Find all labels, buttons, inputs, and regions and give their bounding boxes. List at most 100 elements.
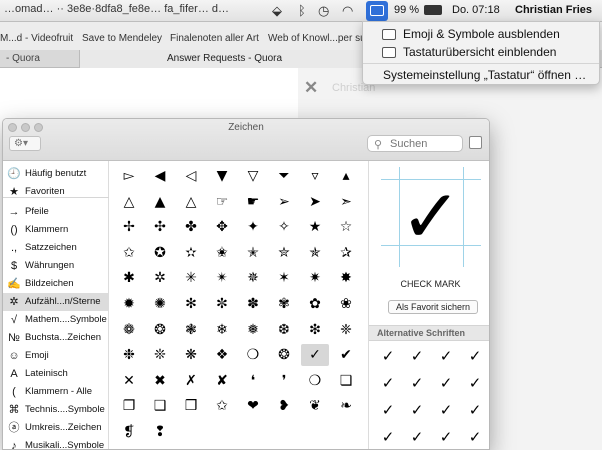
bookmark-item[interactable]: Web of Knowl...per su [268, 33, 362, 44]
character-cell[interactable]: ❆ [270, 319, 298, 341]
character-cell[interactable]: ✣ [146, 216, 174, 238]
character-cell[interactable]: ✾ [270, 293, 298, 315]
character-cell[interactable]: ✔ [332, 344, 360, 366]
keyboard-viewer-icon[interactable] [366, 1, 388, 21]
alternative-glyph[interactable]: ✓ [431, 372, 461, 394]
character-cell[interactable]: ✪ [146, 242, 174, 264]
sidebar-item[interactable]: $ Währungen [3, 257, 109, 275]
search-field[interactable]: ⚲ [367, 135, 463, 152]
character-cell[interactable]: ❍ [239, 344, 267, 366]
sidebar-item[interactable]: ✍ Bildzeichen [3, 275, 109, 293]
character-cell[interactable]: ❈ [332, 319, 360, 341]
bookmark-item[interactable]: Finalenoten aller Art [170, 33, 259, 44]
alternative-glyph[interactable]: ✓ [373, 399, 403, 421]
character-cell[interactable]: ✷ [301, 267, 329, 289]
sidebar-item[interactable]: № Buchsta...Zeichen [3, 329, 109, 347]
character-cell[interactable]: ❛ [239, 370, 267, 392]
character-cell[interactable]: ❁ [115, 319, 143, 341]
toggle-view-icon[interactable] [469, 136, 482, 149]
sidebar-item[interactable]: A Lateinisch [3, 365, 109, 383]
character-cell[interactable]: ❋ [177, 344, 205, 366]
sidebar-item[interactable]: ⌘ Technis....Symbole [3, 401, 109, 419]
character-cell[interactable]: ⏷ [270, 165, 298, 187]
character-cell[interactable]: ✹ [115, 293, 143, 315]
sidebar-item[interactable]: ✲ Aufzähl...n/Sterne [3, 293, 109, 311]
alternative-glyph[interactable]: ✓ [431, 399, 461, 421]
character-cell[interactable]: ✦ [239, 216, 267, 238]
sidebar-item[interactable]: () Klammern [3, 221, 109, 239]
character-cell[interactable]: ✩ [115, 242, 143, 264]
character-cell[interactable]: ▿ [301, 165, 329, 187]
tab-answer-requests[interactable]: Answer Requests - Quora [80, 50, 370, 68]
character-cell[interactable]: ✴ [208, 267, 236, 289]
character-cell[interactable]: ✯ [301, 242, 329, 264]
character-cell[interactable]: ❢ [146, 421, 174, 443]
gear-icon[interactable]: ⚙▾ [9, 136, 41, 151]
alternative-glyph[interactable]: ✓ [402, 399, 432, 421]
character-cell[interactable]: ☞ [208, 191, 236, 213]
character-cell[interactable]: ❇ [301, 319, 329, 341]
alternative-glyph[interactable]: ✓ [373, 426, 403, 448]
sidebar-item[interactable]: ★ Favoriten [3, 183, 109, 201]
character-cell[interactable]: ✺ [146, 293, 174, 315]
character-cell[interactable]: ✖ [146, 370, 174, 392]
alternative-glyph[interactable]: ✓ [373, 345, 403, 367]
character-cell[interactable]: ❏ [332, 370, 360, 392]
sidebar-item[interactable]: ♪ Musikali...Symbole [3, 437, 109, 449]
character-cell[interactable]: ✮ [270, 242, 298, 264]
character-cell[interactable]: ✼ [208, 293, 236, 315]
character-cell[interactable]: ❤ [239, 395, 267, 417]
character-cell[interactable]: ✫ [177, 242, 205, 264]
character-cell[interactable]: ❧ [332, 395, 360, 417]
character-cell[interactable]: ✰ [332, 242, 360, 264]
alternative-glyph[interactable]: ✓ [431, 345, 461, 367]
menu-item-keyboard-preferences[interactable]: Systemeinstellung „Tastatur“ öffnen … [363, 66, 599, 84]
character-cell[interactable]: ✸ [332, 267, 360, 289]
character-cell[interactable]: ✥ [208, 216, 236, 238]
character-cell[interactable]: ➤ [301, 191, 329, 213]
alternative-glyph[interactable]: ✓ [402, 372, 432, 394]
sidebar-item[interactable]: ☺ Emoji [3, 347, 109, 365]
alternative-glyph[interactable]: ✓ [460, 426, 489, 448]
alternative-glyph[interactable]: ✓ [460, 372, 489, 394]
character-cell[interactable]: ✤ [177, 216, 205, 238]
character-cell[interactable]: ❊ [146, 344, 174, 366]
alternative-glyph[interactable]: ✓ [460, 345, 489, 367]
character-cell[interactable]: ❉ [115, 344, 143, 366]
alternative-glyph[interactable]: ✓ [402, 345, 432, 367]
character-cell[interactable]: ◀ [146, 165, 174, 187]
character-cell[interactable]: △ [115, 191, 143, 213]
character-cell[interactable]: ✢ [115, 216, 143, 238]
character-cell[interactable]: ➢ [270, 191, 298, 213]
character-cell[interactable]: ➣ [332, 191, 360, 213]
character-cell[interactable]: △ [177, 191, 205, 213]
character-cell[interactable]: ❂ [146, 319, 174, 341]
user-name[interactable]: Christian Fries [515, 4, 592, 16]
character-cell[interactable]: ✿ [301, 293, 329, 315]
character-cell[interactable]: ❂ [270, 344, 298, 366]
clock-text[interactable]: Do. 07:18 [452, 4, 500, 16]
menu-item-hide-emoji[interactable]: Emoji & Symbole ausblenden [363, 25, 599, 43]
character-cell[interactable]: ✶ [270, 267, 298, 289]
time-machine-icon[interactable]: ◷ [318, 3, 329, 19]
character-cell[interactable]: ▻ [115, 165, 143, 187]
character-cell[interactable]: ❅ [239, 319, 267, 341]
character-cell[interactable]: ❐ [115, 395, 143, 417]
character-cell[interactable]: ▼ [208, 165, 236, 187]
search-input[interactable] [390, 137, 460, 150]
bookmark-item[interactable]: M...d - Videofruit [0, 33, 73, 44]
alternative-glyph[interactable]: ✓ [431, 426, 461, 448]
character-cell[interactable]: ✩ [208, 395, 236, 417]
alternative-glyph[interactable]: ✓ [373, 372, 403, 394]
sidebar-item[interactable]: ⓐ Umkreis...Zeichen [3, 419, 109, 437]
character-cell[interactable]: ▲ [146, 191, 174, 213]
add-favorite-button[interactable]: Als Favorit sichern [388, 300, 478, 314]
character-cell[interactable]: ✻ [177, 293, 205, 315]
character-cell[interactable]: ❡ [115, 421, 143, 443]
character-cell[interactable]: ❒ [177, 395, 205, 417]
character-cell[interactable]: ❑ [146, 395, 174, 417]
sidebar-item[interactable]: √ Mathem....Symbole [3, 311, 109, 329]
character-cell[interactable]: ❀ [332, 293, 360, 315]
character-cell[interactable]: ✵ [239, 267, 267, 289]
sidebar-item[interactable]: → Pfeile [3, 203, 109, 221]
